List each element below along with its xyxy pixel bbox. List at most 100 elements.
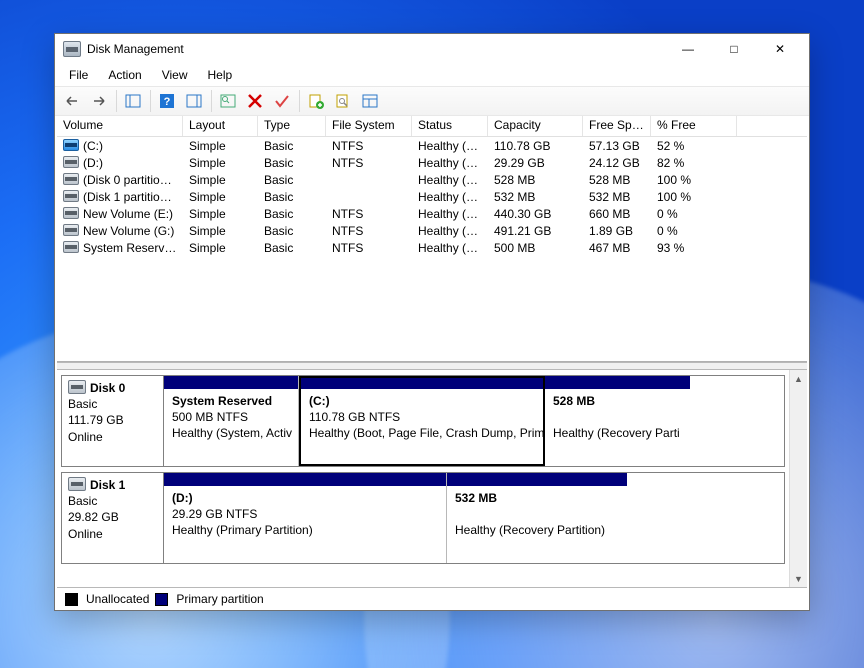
partition-status: Healthy (Recovery Partition) bbox=[455, 522, 621, 538]
partition-color-bar bbox=[545, 376, 690, 389]
help-button[interactable]: ? bbox=[154, 88, 180, 114]
volume-status: Healthy (A... bbox=[412, 207, 488, 221]
volume-name: New Volume (G:) bbox=[83, 224, 174, 238]
titlebar[interactable]: Disk Management — □ ✕ bbox=[55, 34, 809, 64]
refresh-button[interactable] bbox=[215, 88, 241, 114]
volume-fs: NTFS bbox=[326, 156, 412, 170]
volume-free: 24.12 GB bbox=[583, 156, 651, 170]
attach-vhd-button[interactable] bbox=[330, 88, 356, 114]
volume-pct-free: 52 % bbox=[651, 139, 737, 153]
forward-button[interactable] bbox=[86, 88, 112, 114]
minimize-button[interactable]: — bbox=[665, 34, 711, 64]
disk-state: Online bbox=[68, 429, 157, 445]
col-filesystem[interactable]: File System bbox=[326, 116, 412, 136]
scroll-up-icon[interactable]: ▲ bbox=[790, 370, 807, 387]
volume-free: 532 MB bbox=[583, 190, 651, 204]
partition[interactable]: System Reserved500 MB NTFSHealthy (Syste… bbox=[164, 376, 299, 466]
volume-type: Basic bbox=[258, 207, 326, 221]
col-pct-free[interactable]: % Free bbox=[651, 116, 737, 136]
volume-pct-free: 0 % bbox=[651, 224, 737, 238]
volume-status: Healthy (B... bbox=[412, 139, 488, 153]
volume-row[interactable]: (Disk 1 partition 2)SimpleBasicHealthy (… bbox=[57, 188, 807, 205]
partition-title: 528 MB bbox=[553, 393, 684, 409]
back-button[interactable] bbox=[59, 88, 85, 114]
volume-type: Basic bbox=[258, 190, 326, 204]
volume-layout: Simple bbox=[183, 224, 258, 238]
vertical-scrollbar[interactable]: ▲ ▼ bbox=[789, 370, 807, 587]
partition-color-bar bbox=[301, 378, 543, 389]
partition[interactable]: 532 MB Healthy (Recovery Partition) bbox=[447, 473, 627, 563]
partition[interactable]: (C:)110.78 GB NTFSHealthy (Boot, Page Fi… bbox=[299, 376, 545, 466]
partition-title: (C:) bbox=[309, 393, 537, 409]
volume-free: 660 MB bbox=[583, 207, 651, 221]
show-hide-console-tree-button[interactable] bbox=[120, 88, 146, 114]
menu-action[interactable]: Action bbox=[98, 66, 151, 84]
volume-icon bbox=[63, 156, 79, 168]
column-headers[interactable]: Volume Layout Type File System Status Ca… bbox=[57, 116, 807, 137]
maximize-button[interactable]: □ bbox=[711, 34, 757, 64]
scroll-down-icon[interactable]: ▼ bbox=[790, 570, 807, 587]
volume-status: Healthy (R... bbox=[412, 190, 488, 204]
menu-help[interactable]: Help bbox=[198, 66, 243, 84]
volume-row[interactable]: New Volume (E:)SimpleBasicNTFSHealthy (A… bbox=[57, 205, 807, 222]
volume-name: (Disk 0 partition 3) bbox=[83, 173, 180, 187]
partition-color-bar bbox=[164, 376, 298, 389]
partition-status: Healthy (Boot, Page File, Crash Dump, Pr… bbox=[309, 425, 537, 441]
splitter[interactable] bbox=[57, 362, 807, 370]
menu-view[interactable]: View bbox=[152, 66, 198, 84]
partition-size: 500 MB NTFS bbox=[172, 409, 292, 425]
col-status[interactable]: Status bbox=[412, 116, 488, 136]
volume-icon bbox=[63, 190, 79, 202]
disk-type: Basic bbox=[68, 396, 157, 412]
show-hide-action-pane-button[interactable] bbox=[181, 88, 207, 114]
delete-button[interactable] bbox=[242, 88, 268, 114]
volume-capacity: 491.21 GB bbox=[488, 224, 583, 238]
volume-status: Healthy (S... bbox=[412, 241, 488, 255]
volume-capacity: 532 MB bbox=[488, 190, 583, 204]
properties-button[interactable] bbox=[269, 88, 295, 114]
col-layout[interactable]: Layout bbox=[183, 116, 258, 136]
disk-title: Disk 0 bbox=[90, 381, 125, 395]
partition-title: 532 MB bbox=[455, 490, 621, 506]
partition-status: Healthy (Recovery Parti bbox=[553, 425, 684, 441]
col-type[interactable]: Type bbox=[258, 116, 326, 136]
settings-button[interactable] bbox=[357, 88, 383, 114]
col-capacity[interactable]: Capacity bbox=[488, 116, 583, 136]
volume-row[interactable]: (Disk 0 partition 3)SimpleBasicHealthy (… bbox=[57, 171, 807, 188]
volume-list[interactable]: Volume Layout Type File System Status Ca… bbox=[57, 116, 807, 362]
volume-status: Healthy (R... bbox=[412, 173, 488, 187]
volume-layout: Simple bbox=[183, 241, 258, 255]
volume-pct-free: 82 % bbox=[651, 156, 737, 170]
create-vhd-button[interactable] bbox=[303, 88, 329, 114]
disk-icon bbox=[68, 477, 86, 491]
disk-label[interactable]: Disk 0Basic111.79 GBOnline bbox=[61, 375, 163, 467]
col-volume[interactable]: Volume bbox=[57, 116, 183, 136]
disk-row: Disk 0Basic111.79 GBOnlineSystem Reserve… bbox=[61, 375, 785, 467]
close-button[interactable]: ✕ bbox=[757, 34, 803, 64]
disk-management-window: Disk Management — □ ✕ File Action View H… bbox=[54, 33, 810, 611]
volume-row[interactable]: System ReservedSimpleBasicNTFSHealthy (S… bbox=[57, 239, 807, 256]
volume-row[interactable]: (D:)SimpleBasicNTFSHealthy (P...29.29 GB… bbox=[57, 154, 807, 171]
app-icon bbox=[63, 41, 81, 57]
volume-row[interactable]: (C:)SimpleBasicNTFSHealthy (B...110.78 G… bbox=[57, 137, 807, 154]
partition[interactable]: 528 MB Healthy (Recovery Parti bbox=[545, 376, 690, 466]
partition-status: Healthy (System, Activ bbox=[172, 425, 292, 441]
col-free[interactable]: Free Spa... bbox=[583, 116, 651, 136]
partition-title: System Reserved bbox=[172, 393, 292, 409]
legend-primary: Primary partition bbox=[176, 592, 263, 606]
volume-layout: Simple bbox=[183, 173, 258, 187]
volume-free: 1.89 GB bbox=[583, 224, 651, 238]
volume-pct-free: 100 % bbox=[651, 173, 737, 187]
svg-text:?: ? bbox=[164, 96, 171, 108]
volume-row[interactable]: New Volume (G:)SimpleBasicNTFSHealthy (P… bbox=[57, 222, 807, 239]
menu-file[interactable]: File bbox=[59, 66, 98, 84]
volume-capacity: 440.30 GB bbox=[488, 207, 583, 221]
volume-free: 467 MB bbox=[583, 241, 651, 255]
disk-label[interactable]: Disk 1Basic29.82 GBOnline bbox=[61, 472, 163, 564]
volume-icon bbox=[63, 207, 79, 219]
volume-capacity: 500 MB bbox=[488, 241, 583, 255]
disk-size: 111.79 GB bbox=[68, 412, 157, 428]
partition-color-bar bbox=[164, 473, 446, 486]
partition-title: (D:) bbox=[172, 490, 440, 506]
partition[interactable]: (D:)29.29 GB NTFSHealthy (Primary Partit… bbox=[164, 473, 447, 563]
